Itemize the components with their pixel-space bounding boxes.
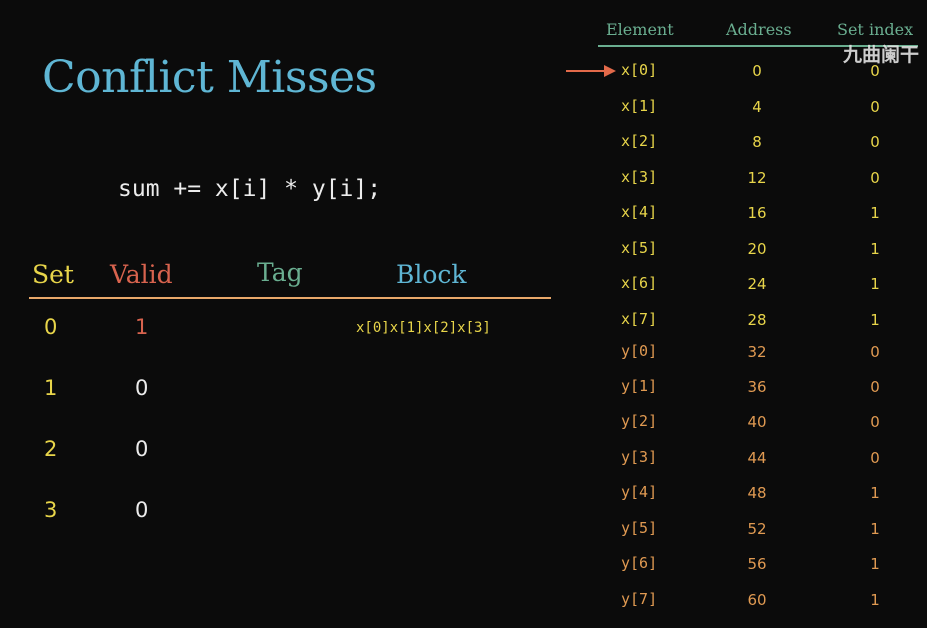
memory-row-address: 56 <box>747 555 767 573</box>
memory-row-set-index: 0 <box>870 378 880 396</box>
memory-row-address: 48 <box>747 484 767 502</box>
watermark: 九曲阑干 <box>842 44 919 66</box>
memory-row-set-index: 1 <box>870 520 880 538</box>
memory-row-element: y[7] <box>621 590 658 608</box>
memory-row-element: y[1] <box>621 377 658 395</box>
arrow-right-icon <box>566 65 616 77</box>
cache-header-divider <box>29 297 551 299</box>
memory-row-set-index: 1 <box>870 240 880 258</box>
memory-row-set-index: 1 <box>870 555 880 573</box>
memory-row-set-index: 0 <box>870 98 880 116</box>
memory-row-address: 8 <box>752 133 762 151</box>
cache-row-valid: 0 <box>135 376 149 400</box>
memory-row-set-index: 1 <box>870 275 880 293</box>
cache-header-block: Block <box>396 260 467 289</box>
memory-row-element: y[0] <box>621 342 658 360</box>
memory-row-address: 20 <box>747 240 767 258</box>
memory-row-address: 0 <box>752 62 762 80</box>
code-line: sum += x[i] * y[i]; <box>118 176 382 202</box>
memory-header-set-index: Set index <box>837 20 914 39</box>
memory-row-set-index: 0 <box>870 343 880 361</box>
memory-row-set-index: 1 <box>870 484 880 502</box>
memory-row-element: y[4] <box>621 483 658 501</box>
memory-row-address: 40 <box>747 413 767 431</box>
memory-row-element: x[6] <box>621 274 658 292</box>
memory-row-element: x[7] <box>621 310 658 328</box>
memory-row-address: 44 <box>747 449 767 467</box>
cache-row-set: 3 <box>44 498 58 522</box>
memory-row-address: 60 <box>747 591 767 609</box>
memory-row-element: y[5] <box>621 519 658 537</box>
memory-row-set-index: 1 <box>870 591 880 609</box>
memory-row-address: 12 <box>747 169 767 187</box>
memory-row-set-index: 0 <box>870 169 880 187</box>
cache-row-valid: 1 <box>135 315 149 339</box>
cache-row-set: 2 <box>44 437 58 461</box>
memory-row-set-index: 0 <box>870 133 880 151</box>
memory-row-set-index: 1 <box>870 204 880 222</box>
memory-row-element: y[2] <box>621 412 658 430</box>
cache-header-tag: Tag <box>257 258 303 287</box>
memory-row-set-index: 0 <box>870 413 880 431</box>
memory-row-element: x[1] <box>621 97 658 115</box>
memory-row-set-index: 0 <box>870 449 880 467</box>
memory-row-element: x[4] <box>621 203 658 221</box>
cache-row-set: 1 <box>44 376 58 400</box>
cache-row-valid: 0 <box>135 437 149 461</box>
memory-row-address: 32 <box>747 343 767 361</box>
memory-row-address: 52 <box>747 520 767 538</box>
cache-row-valid: 0 <box>135 498 149 522</box>
memory-row-element: y[3] <box>621 448 658 466</box>
slide-title: Conflict Misses <box>42 52 377 103</box>
memory-row-element: x[2] <box>621 132 658 150</box>
memory-row-set-index: 1 <box>870 311 880 329</box>
cache-header-set: Set <box>32 260 74 289</box>
memory-row-element: x[5] <box>621 239 658 257</box>
memory-row-address: 36 <box>747 378 767 396</box>
memory-row-element: y[6] <box>621 554 658 572</box>
cache-row-set: 0 <box>44 315 58 339</box>
memory-row-element: x[3] <box>621 168 658 186</box>
memory-row-element: x[0] <box>621 61 658 79</box>
cache-header-valid: Valid <box>110 260 173 289</box>
memory-row-address: 28 <box>747 311 767 329</box>
memory-row-address: 16 <box>747 204 767 222</box>
memory-row-address: 24 <box>747 275 767 293</box>
memory-row-address: 4 <box>752 98 762 116</box>
cache-row-block: x[0]x[1]x[2]x[3] <box>356 320 491 336</box>
memory-header-element: Element <box>606 20 674 39</box>
memory-header-address: Address <box>726 20 792 39</box>
